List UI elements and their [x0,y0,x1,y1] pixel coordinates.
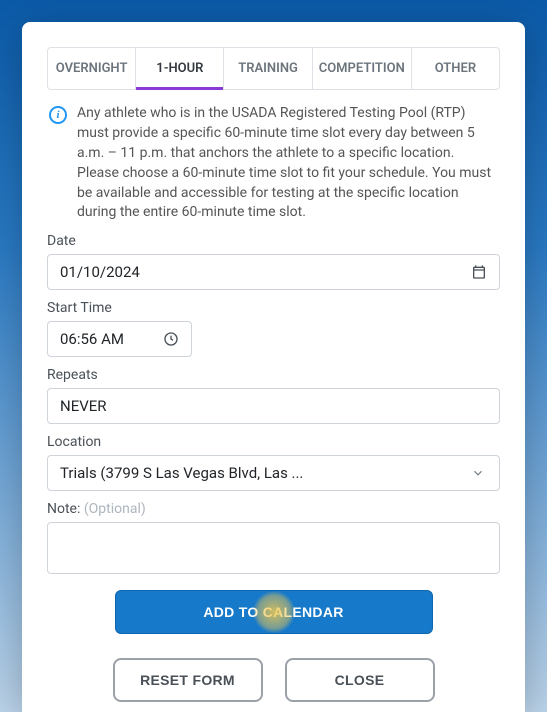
tab-1-hour[interactable]: 1-HOUR [136,48,224,89]
label-start-time: Start Time [47,300,500,316]
start-time-value: 06:56 AM [60,330,163,348]
date-input[interactable]: 01/10/2024 [47,254,500,290]
repeats-value: NEVER [60,397,487,415]
info-icon: i [49,106,67,124]
reset-form-button[interactable]: RESET FORM [113,658,263,702]
repeats-input[interactable]: NEVER [47,388,500,424]
add-to-calendar-button[interactable]: ADD TO CALENDAR [115,590,433,634]
location-select[interactable]: Trials (3799 S Las Vegas Blvd, Las ... [47,455,500,491]
label-note: Note: (Optional) [47,501,500,517]
note-textarea[interactable] [47,522,500,574]
modal-sheet: OVERNIGHT 1-HOUR TRAINING COMPETITION OT… [22,22,525,712]
label-location: Location [47,434,500,450]
label-date: Date [47,233,500,249]
tab-competition[interactable]: COMPETITION [313,48,412,89]
close-button[interactable]: CLOSE [285,658,435,702]
note-optional-hint: (Optional) [80,501,145,517]
footer-button-row: RESET FORM CLOSE [47,658,500,702]
tab-bar: OVERNIGHT 1-HOUR TRAINING COMPETITION OT… [47,47,500,90]
label-repeats: Repeats [47,367,500,383]
tab-training[interactable]: TRAINING [224,48,312,89]
info-text: Any athlete who is in the USADA Register… [77,104,498,223]
tab-overnight[interactable]: OVERNIGHT [48,48,136,89]
tab-other[interactable]: OTHER [412,48,499,89]
info-banner: i Any athlete who is in the USADA Regist… [47,104,500,223]
start-time-input[interactable]: 06:56 AM [47,321,192,357]
clock-icon [163,331,179,347]
location-value: Trials (3799 S Las Vegas Blvd, Las ... [60,464,487,482]
date-value: 01/10/2024 [60,263,471,281]
calendar-icon [471,264,487,280]
